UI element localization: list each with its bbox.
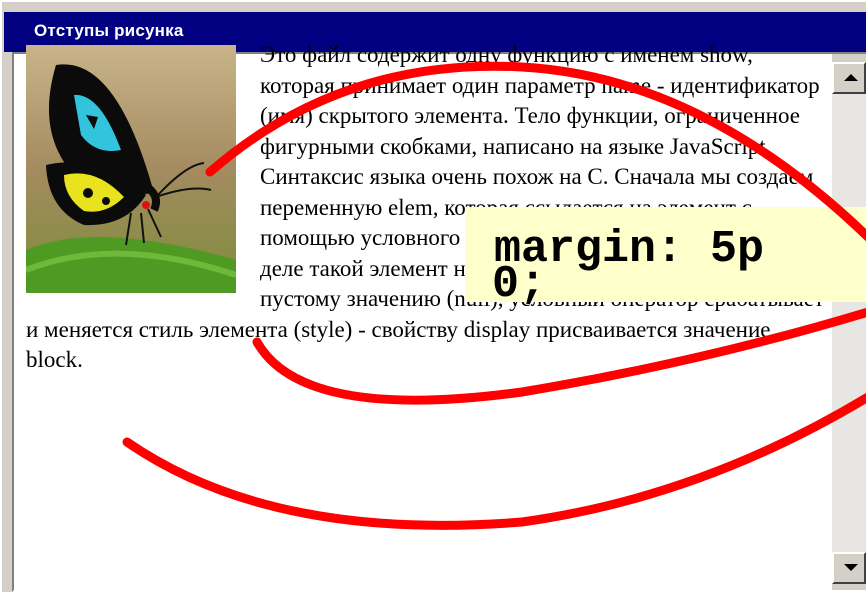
arrow-down-icon bbox=[844, 564, 858, 571]
vertical-scrollbar[interactable] bbox=[832, 54, 866, 590]
arrow-up-icon bbox=[844, 74, 858, 81]
butterfly-image bbox=[26, 45, 236, 293]
callout-line-2: 0; bbox=[492, 259, 547, 310]
scroll-down-button[interactable] bbox=[832, 552, 866, 584]
scroll-track[interactable] bbox=[832, 94, 866, 552]
window-title: Отступы рисунка bbox=[34, 21, 184, 40]
dialog-window: Отступы рисунка Это файл содержит одну ф… bbox=[0, 0, 866, 592]
scroll-up-button[interactable] bbox=[832, 62, 866, 94]
